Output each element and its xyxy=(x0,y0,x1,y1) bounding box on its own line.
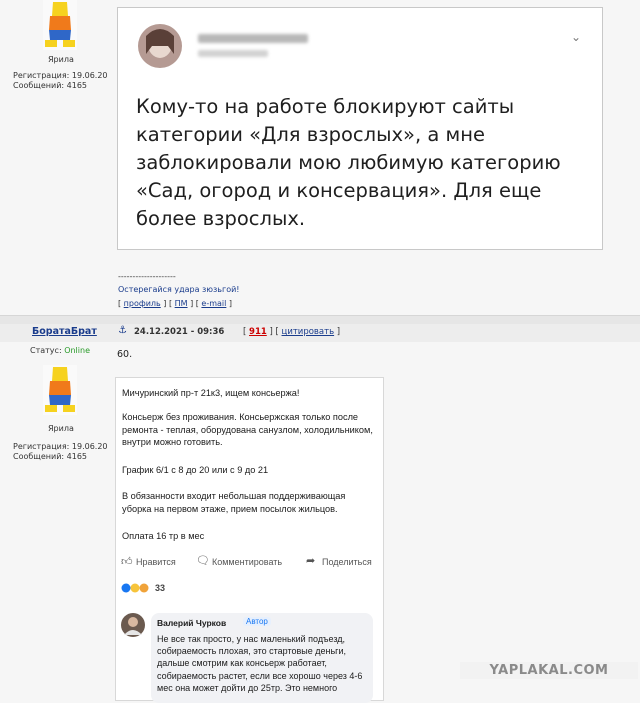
username[interactable]: БоратаБрат xyxy=(32,326,97,337)
tweet-handle-blurred xyxy=(198,50,268,57)
comment-bubble: Валерий Чурков Автор Не все так просто, … xyxy=(151,613,373,703)
share-icon[interactable]: ➦ xyxy=(306,554,315,567)
commenter-avatar xyxy=(121,613,145,637)
tweet-text: Кому-то на работе блокируют сайты катего… xyxy=(136,95,561,230)
tweet-author-blurred xyxy=(198,34,308,43)
registration-date: Регистрация: 19.06.20 xyxy=(13,442,108,451)
signature-separator: -------------------- xyxy=(118,272,176,281)
status-online: Online xyxy=(64,346,90,355)
commenter-name[interactable]: Валерий Чурков xyxy=(157,618,226,628)
reactions-count: 33 xyxy=(155,583,166,593)
user-title: Ярила xyxy=(48,55,74,64)
status: Статус: Online xyxy=(30,346,90,355)
email-link[interactable]: e-mail xyxy=(201,299,226,308)
fb-paragraph-1: Мичуринский пр-т 21к3, ищем консьержа! xyxy=(122,388,300,398)
like-icon[interactable]: 👍︎ xyxy=(121,555,133,568)
fb-paragraph-3: График 6/1 с 8 до 20 или с 9 до 21 xyxy=(122,465,269,475)
tweet-image: ⌄ Кому-то на работе блокируют сайты кате… xyxy=(117,7,603,250)
message-count: Сообщений: 4165 xyxy=(13,452,87,461)
post-header: БоратаБрат ⚓ 24.12.2021 - 09:36 [ 911 ] … xyxy=(0,324,640,342)
fb-paragraph-4: В обязанности входит небольшая поддержив… xyxy=(122,491,346,514)
status-label: Статус: xyxy=(30,346,62,355)
author-badge: Автор xyxy=(243,617,271,626)
comment-button[interactable]: Комментировать xyxy=(212,557,282,567)
comment-icon[interactable]: 🗨︎ xyxy=(196,554,210,567)
user-title: Ярила xyxy=(48,424,74,433)
post-datetime: 24.12.2021 - 09:36 xyxy=(134,327,225,337)
bart-avatar-2 xyxy=(43,365,77,415)
message-count: Сообщений: 4165 xyxy=(13,81,87,90)
chevron-down-icon[interactable]: ⌄ xyxy=(571,30,581,44)
profile-link[interactable]: профиль xyxy=(124,299,161,308)
registration-date: Регистрация: 19.06.20 xyxy=(13,71,108,80)
watermark-logo: YAPLAKAL.COM xyxy=(460,662,638,679)
post-text: 60. xyxy=(117,349,133,360)
fb-paragraph-5: Оплата 16 тр в мес xyxy=(122,531,205,541)
facebook-post-image: Мичуринский пр-т 21к3, ищем консьержа! К… xyxy=(115,377,384,703)
user-links: [ профиль ] [ ПМ ] [ e-mail ] xyxy=(118,299,233,308)
tweet-avatar xyxy=(138,24,182,68)
like-button[interactable]: Нравится xyxy=(136,557,176,567)
comment-text: Не все так просто, у нас маленький подъе… xyxy=(157,634,363,693)
fb-paragraph-2: Консьерж без проживания. Консьержская то… xyxy=(122,412,373,447)
pm-link[interactable]: ПМ xyxy=(175,299,188,308)
signature: Остерегайся удара зюзьгой! xyxy=(118,285,240,294)
bart-avatar-1 xyxy=(43,0,77,50)
share-button[interactable]: Поделиться xyxy=(322,557,372,567)
post-number[interactable]: 911 xyxy=(249,327,267,337)
quote-link[interactable]: цитировать xyxy=(282,327,335,337)
anchor-icon[interactable]: ⚓ xyxy=(118,325,127,336)
post-number-wrap: [ 911 ] [ цитировать ] xyxy=(243,327,341,337)
reaction-icons xyxy=(121,583,153,595)
